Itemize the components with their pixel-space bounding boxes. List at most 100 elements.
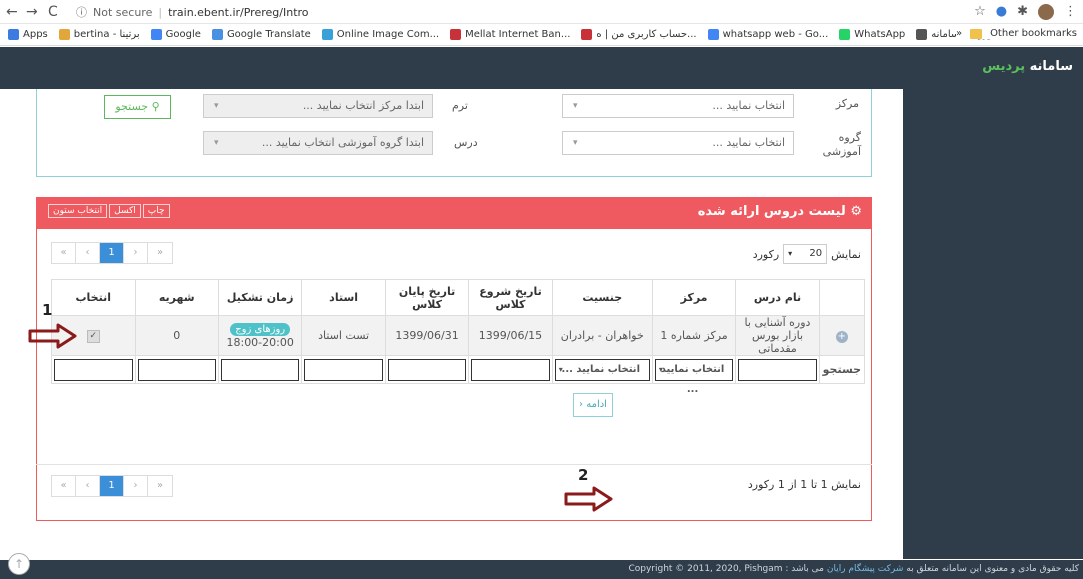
first-page-button[interactable]: « xyxy=(52,243,76,263)
bookmark-item[interactable]: حساب کاربری من | ه... xyxy=(581,29,697,40)
prev-page-button[interactable]: ‹ xyxy=(76,243,100,263)
bookmark-label: bertina - برتینا xyxy=(73,29,140,40)
security-status: Not secure xyxy=(93,5,153,19)
other-bookmarks[interactable]: » Other bookmarks xyxy=(955,28,1077,39)
search-fee-input[interactable] xyxy=(137,358,216,381)
step-1-arrow-icon xyxy=(28,323,77,349)
info-icon[interactable]: ⓘ xyxy=(76,4,87,20)
search-button[interactable]: ⚲ جستجو xyxy=(104,95,171,119)
expand-plus-icon[interactable]: + xyxy=(835,330,848,343)
search-gender-select[interactable]: انتخاب نمایید ... ▾ xyxy=(554,358,650,381)
search-center-select[interactable]: انتخاب نمایید ... ▾ xyxy=(654,358,734,395)
col-teacher[interactable]: استاد xyxy=(301,279,386,316)
search-teacher-input[interactable] xyxy=(304,358,383,381)
address-bar[interactable]: ⓘ Not secure | train.ebent.ir/Prereg/Int… xyxy=(76,3,996,21)
next-page-button[interactable]: › xyxy=(124,243,148,263)
continue-button[interactable]: ادامه ‹ xyxy=(573,393,613,417)
cell-schedule: روزهای زوج 18:00-20:00 xyxy=(217,315,303,356)
group-select-text: انتخاب نمایید ... xyxy=(712,136,785,149)
brand-title[interactable]: سامانه پردیس xyxy=(982,59,1073,74)
col-schedule[interactable]: زمان تشکیل xyxy=(217,279,303,316)
col-start-date[interactable]: تاریخ شروع کلاس xyxy=(468,279,553,316)
search-start-input[interactable] xyxy=(471,358,550,381)
last-page-button[interactable]: » xyxy=(148,243,172,263)
bookmarks-bar: Apps bertina - برتینا Google Google Transla… xyxy=(0,24,1083,46)
bookmark-label: Mellat Internet Ban... xyxy=(465,29,571,40)
folder-icon xyxy=(970,28,983,39)
excel-button[interactable]: اکسل xyxy=(109,204,141,218)
table-row: + دوره آشنایی با بازار بورس مقدماتی مرکز… xyxy=(51,315,866,356)
gear-icon: ⚙ xyxy=(850,204,862,219)
center-select[interactable]: انتخاب نمایید ... ▾ xyxy=(562,94,794,118)
step-2-arrow-icon xyxy=(564,486,613,512)
cell-start-date: 1399/06/15 xyxy=(468,315,553,356)
profile-avatar[interactable] xyxy=(1038,4,1054,20)
column-chooser-button[interactable]: انتخاب ستون xyxy=(48,204,108,218)
chevron-down-icon: ▾ xyxy=(788,249,793,258)
more-bookmarks-icon[interactable]: » xyxy=(956,28,962,39)
bookmark-item[interactable]: Apps xyxy=(8,29,48,40)
bookmark-favicon-icon xyxy=(321,29,333,40)
search-gender-select-text: انتخاب نمایید ... xyxy=(561,363,640,375)
group-select[interactable]: انتخاب نمایید ... ▾ xyxy=(562,131,794,155)
main-content: مرکز انتخاب نمایید ... ▾ ترم ابتدا مرکز ا… xyxy=(0,89,903,560)
search-end-input[interactable] xyxy=(387,358,467,381)
col-end-date[interactable]: تاریخ پایان کلاس xyxy=(384,279,470,316)
bookmark-item[interactable]: bertina - برتینا xyxy=(58,29,140,40)
col-course-name[interactable]: نام درس xyxy=(735,279,820,316)
url-text[interactable]: train.ebent.ir/Prereg/Intro xyxy=(168,6,308,19)
col-select[interactable]: انتخاب xyxy=(51,279,136,316)
bookmark-favicon-icon xyxy=(58,29,70,40)
chevron-down-icon: ▾ xyxy=(214,138,219,148)
select-checkbox[interactable]: ✓ xyxy=(86,330,100,343)
term-select-text: ابتدا مرکز انتخاب نمایید ... xyxy=(302,99,424,112)
group-label: گروه آموزشی xyxy=(822,131,861,158)
course-select[interactable]: ابتدا گروه آموزشی انتخاب نمایید ... ▾ xyxy=(203,131,433,155)
bookmark-favicon-icon xyxy=(839,29,851,40)
bookmark-item[interactable]: Google Translate xyxy=(211,29,311,40)
puzzle-icon[interactable]: ✱ xyxy=(1017,4,1028,20)
step-2-number: 2 xyxy=(578,466,589,484)
cell-fee: 0 xyxy=(134,315,219,356)
bookmark-favicon-icon xyxy=(916,29,928,40)
page-1-button[interactable]: 1 xyxy=(100,243,124,263)
reload-icon[interactable]: C xyxy=(48,4,58,20)
extension-icon[interactable]: ● xyxy=(996,4,1007,20)
bookmark-item[interactable]: Google xyxy=(150,29,201,40)
col-fee[interactable]: شهریه xyxy=(134,279,219,316)
other-bookmarks-label: Other bookmarks xyxy=(990,28,1077,39)
search-course-name-input[interactable] xyxy=(738,358,817,381)
print-button[interactable]: چاپ xyxy=(142,204,170,218)
scroll-top-icon[interactable]: ↑ xyxy=(8,553,30,575)
bookmark-item[interactable]: WhatsApp xyxy=(839,29,905,40)
col-center[interactable]: مرکز xyxy=(651,279,737,316)
bookmark-favicon-icon xyxy=(211,29,223,40)
bookmark-favicon-icon xyxy=(707,29,719,40)
bookmark-label: Google xyxy=(165,29,201,40)
center-select-text: انتخاب نمایید ... xyxy=(712,99,785,112)
col-gender[interactable]: جنسیت xyxy=(551,279,653,316)
schedule-badge: روزهای زوج xyxy=(230,323,291,336)
forward-icon[interactable]: → xyxy=(26,4,38,20)
term-select[interactable]: ابتدا مرکز انتخاب نمایید ... ▾ xyxy=(203,94,433,118)
bookmark-favicon-icon xyxy=(450,29,462,40)
back-icon[interactable]: ← xyxy=(6,4,18,20)
bookmark-item[interactable]: whatsapp web - Go... xyxy=(707,29,828,40)
menu-icon[interactable]: ⋮ xyxy=(1064,4,1077,20)
browser-toolbar: ← → C ⓘ Not secure | train.ebent.ir/Prer… xyxy=(0,0,1083,24)
page-size-select[interactable]: 20 ▾ xyxy=(783,244,828,264)
chevron-down-icon: ▾ xyxy=(658,364,663,374)
star-icon[interactable]: ☆ xyxy=(974,4,986,20)
courses-table: نام درس مرکز جنسیت تاریخ شروع کلاس تاریخ… xyxy=(51,279,866,395)
bookmark-item[interactable]: Online Image Com... xyxy=(321,29,439,40)
search-schedule-input[interactable] xyxy=(220,358,300,381)
bookmark-item[interactable]: Mellat Internet Ban... xyxy=(450,29,570,40)
footer-company-link[interactable]: شرکت پیشگام رایان xyxy=(827,564,904,574)
bookmark-label: WhatsApp xyxy=(854,29,906,40)
center-label: مرکز xyxy=(835,97,859,110)
cell-center: مرکز شماره 1 xyxy=(651,315,737,356)
table-search-row: جستجو انتخاب نمایید ... ▾ انتخاب نمایید .… xyxy=(51,355,866,395)
records-label: رکورد xyxy=(752,247,780,261)
col-expand xyxy=(818,279,866,316)
search-select-input[interactable] xyxy=(54,358,133,381)
